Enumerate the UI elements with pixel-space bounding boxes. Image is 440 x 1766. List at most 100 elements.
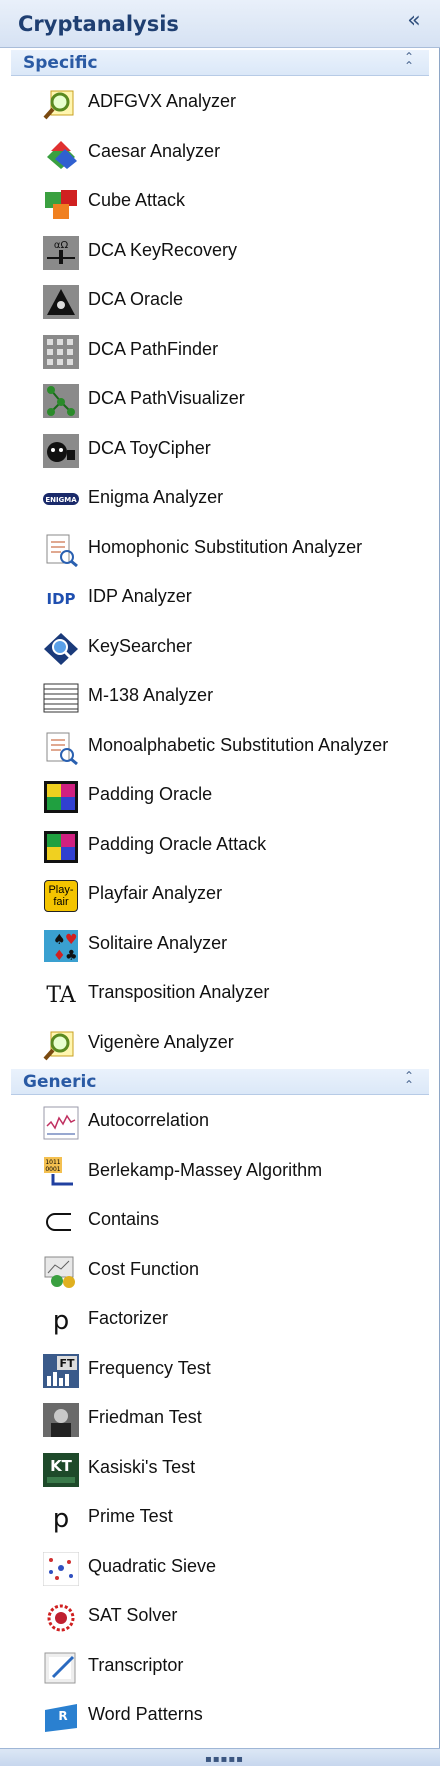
list-item[interactable]: Contains	[11, 1197, 429, 1247]
specific-list: ADFGVX Analyzer Caesar Analyzer Cube Attac…	[11, 79, 429, 1069]
item-label: SAT Solver	[88, 1605, 178, 1625]
item-label: Homophonic Substitution Analyzer	[88, 536, 363, 557]
list-item[interactable]: Transcriptor	[11, 1643, 429, 1693]
list-item[interactable]: ♠ ♥ ♦ ♣ Solitaire Analyzer	[11, 921, 429, 971]
vigenere-analyzer-icon	[43, 1028, 79, 1062]
panel-title: Cryptanalysis	[18, 12, 179, 36]
section-label: Specific	[23, 53, 98, 73]
collapse-panel-button[interactable]: «	[402, 10, 426, 34]
item-label: Enigma Analyzer	[88, 487, 224, 507]
list-item[interactable]: p Prime Test	[11, 1494, 429, 1544]
list-item[interactable]: Play- fair Playfair Analyzer	[11, 871, 429, 921]
item-label: M-138 Analyzer	[88, 685, 214, 705]
list-item[interactable]: Cube Attack	[11, 178, 429, 228]
list-item[interactable]: IDP IDP Analyzer	[11, 574, 429, 624]
panel-footer: ▪▪▪▪▪	[0, 1748, 440, 1766]
item-label: DCA PathVisualizer	[88, 388, 245, 408]
list-item[interactable]: DCA PathVisualizer	[11, 376, 429, 426]
list-item[interactable]: M-138 Analyzer	[11, 673, 429, 723]
panel-titlebar: Cryptanalysis «	[0, 0, 440, 48]
item-label: Playfair Analyzer	[88, 883, 223, 903]
quadratic-sieve-icon	[43, 1551, 79, 1586]
item-label: Friedman Test	[88, 1407, 202, 1427]
list-item[interactable]: Quadratic Sieve	[11, 1544, 429, 1594]
section-header-generic[interactable]: Generic ⌃ ⌃	[11, 1069, 429, 1095]
svg-text:1011: 1011	[45, 1159, 60, 1166]
item-label: DCA Oracle	[88, 289, 184, 309]
list-item[interactable]: Friedman Test	[11, 1395, 429, 1445]
section-header-specific[interactable]: Specific ⌃ ⌃	[11, 50, 429, 76]
list-item[interactable]: DCA Oracle	[11, 277, 429, 327]
chevron-up-icon[interactable]: ⌃ ⌃	[401, 1070, 417, 1091]
factorizer-icon: p	[52, 1306, 70, 1336]
list-item[interactable]: KT Kasiski's Test	[11, 1445, 429, 1495]
list-item[interactable]: ENIGMA Enigma Analyzer	[11, 475, 429, 525]
list-item[interactable]: FT Frequency Test	[11, 1346, 429, 1396]
item-label: IDP Analyzer	[88, 586, 192, 606]
list-item[interactable]: DCA PathFinder	[11, 327, 429, 377]
item-label: Frequency Test	[88, 1357, 211, 1378]
contains-icon	[43, 1205, 79, 1239]
prime-test-icon: p	[52, 1504, 70, 1534]
homophonic-analyzer-icon	[43, 533, 79, 567]
playfair-analyzer-icon: Play- fair	[43, 879, 79, 913]
list-item[interactable]: Padding Oracle	[11, 772, 429, 822]
list-item[interactable]: Homophonic Substitution Analyzer	[11, 525, 429, 575]
svg-text:♦: ♦	[53, 948, 66, 963]
list-item[interactable]: 1011 0001 Berlekamp-Massey Algorithm	[11, 1148, 429, 1198]
list-item[interactable]: R Word Patterns	[11, 1692, 429, 1742]
item-label: Caesar Analyzer	[88, 140, 221, 161]
list-item[interactable]: KeySearcher	[11, 624, 429, 674]
list-item[interactable]: DCA ToyCipher	[11, 426, 429, 476]
list-item[interactable]: Autocorrelation	[11, 1098, 429, 1148]
padding-oracle-icon	[43, 780, 79, 814]
friedman-test-icon	[43, 1403, 79, 1437]
item-label: Transposition Analyzer	[88, 982, 270, 1002]
list-item[interactable]: ADFGVX Analyzer	[11, 79, 429, 129]
frequency-test-icon: FT	[43, 1353, 79, 1388]
svg-text:αΩ: αΩ	[54, 240, 69, 251]
list-item[interactable]: Monoalphabetic Substitution Analyzer	[11, 723, 429, 773]
item-label: Kasiski's Test	[88, 1456, 196, 1477]
padding-oracle-attack-icon	[43, 830, 79, 864]
list-item[interactable]: Vigenère Analyzer	[11, 1020, 429, 1070]
item-label: Padding Oracle Attack	[88, 833, 267, 854]
cost-function-icon	[43, 1255, 79, 1289]
list-item[interactable]: TA Transposition Analyzer	[11, 970, 429, 1020]
transcriptor-icon	[43, 1651, 79, 1685]
monoalphabetic-analyzer-icon	[43, 731, 79, 765]
resize-grip-icon[interactable]: ▪▪▪▪▪	[205, 1754, 244, 1765]
list-item[interactable]: p Factorizer	[11, 1296, 429, 1346]
svg-text:KT: KT	[50, 1457, 73, 1475]
keysearcher-icon	[43, 632, 79, 666]
item-label: Factorizer	[88, 1308, 169, 1328]
item-label: ADFGVX Analyzer	[88, 91, 237, 111]
item-label: Solitaire Analyzer	[88, 932, 228, 953]
item-label: Prime Test	[88, 1506, 173, 1526]
svg-text:♥: ♥	[65, 932, 78, 948]
cryptanalysis-panel: Cryptanalysis « Specific ⌃ ⌃ ADFGVX Analy…	[0, 0, 440, 1766]
item-label: KeySearcher	[88, 635, 193, 656]
item-label: Quadratic Sieve	[88, 1555, 217, 1576]
list-item[interactable]: SAT Solver	[11, 1593, 429, 1643]
item-label: Cost Function	[88, 1258, 200, 1279]
list-item[interactable]: Cost Function	[11, 1247, 429, 1297]
item-label: Monoalphabetic Substitution Analyzer	[88, 734, 389, 755]
svg-text:♣: ♣	[65, 948, 78, 963]
dca-oracle-icon	[43, 285, 79, 319]
list-item[interactable]: αΩ DCA KeyRecovery	[11, 228, 429, 278]
section-label: Generic	[23, 1072, 97, 1092]
dca-pathvisualizer-icon	[43, 384, 79, 418]
svg-text:ENIGMA: ENIGMA	[45, 496, 77, 504]
svg-text:♠: ♠	[53, 932, 66, 948]
generic-list: Autocorrelation 1011 0001 Berlekamp-Massey …	[11, 1098, 429, 1742]
list-item[interactable]: Caesar Analyzer	[11, 129, 429, 179]
sat-solver-icon	[43, 1601, 79, 1635]
adfgvx-analyzer-icon	[43, 87, 79, 121]
word-patterns-icon: R	[43, 1700, 79, 1734]
list-item[interactable]: Padding Oracle Attack	[11, 822, 429, 872]
enigma-analyzer-icon: ENIGMA	[43, 483, 79, 517]
item-label: Berlekamp-Massey Algorithm	[88, 1159, 323, 1180]
kasiski-test-icon: KT	[43, 1452, 79, 1487]
chevron-up-icon[interactable]: ⌃ ⌃	[401, 51, 417, 72]
